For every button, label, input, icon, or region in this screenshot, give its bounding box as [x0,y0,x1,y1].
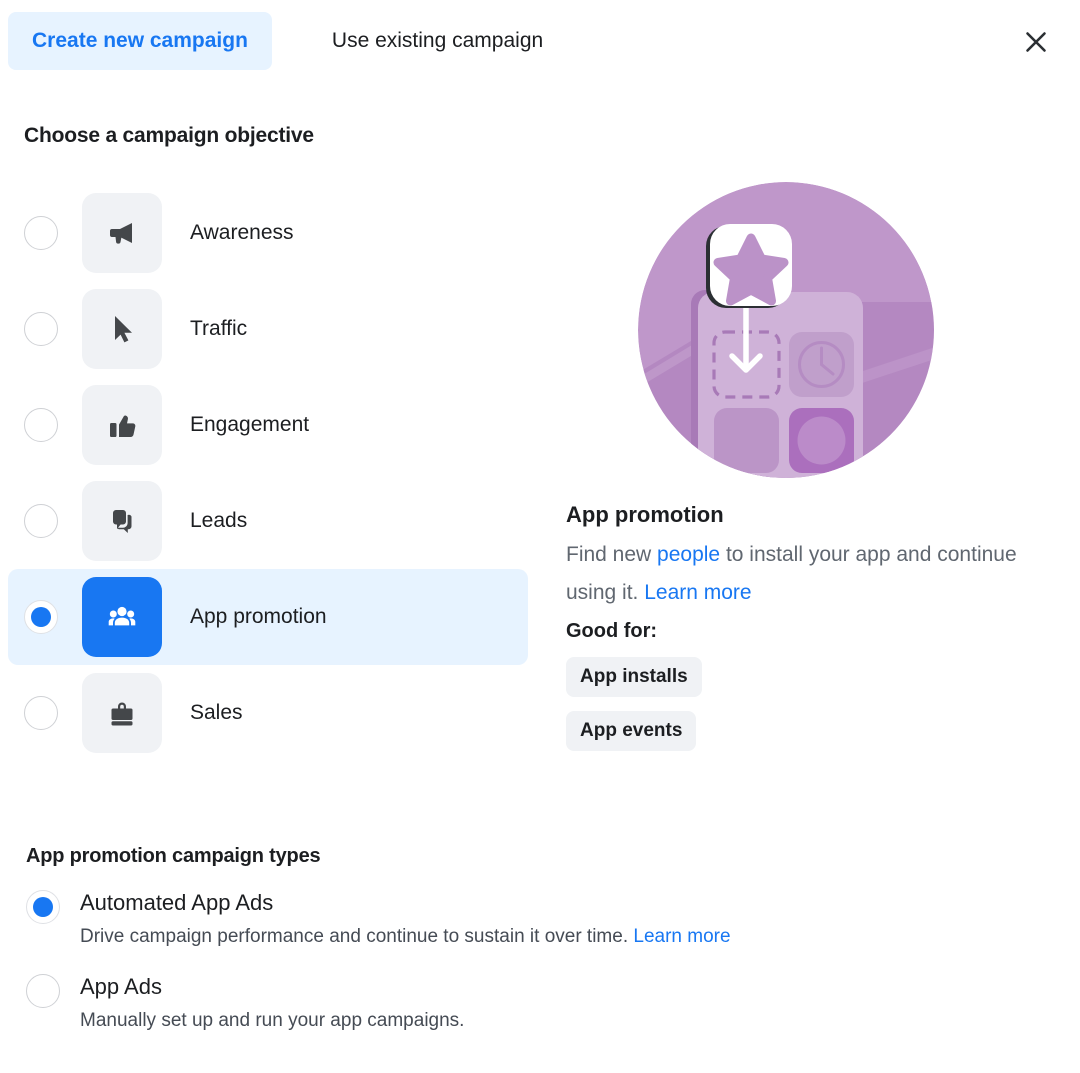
objective-row-app-promotion[interactable]: App promotion [8,569,528,665]
close-icon [1026,32,1046,52]
objective-row-leads[interactable]: Leads [8,473,528,569]
app-promotion-illustration-icon [638,182,934,478]
megaphone-icon [82,193,162,273]
automated-app-ads-learn-more-link[interactable]: Learn more [633,926,730,947]
briefcase-icon [82,673,162,753]
dialog-header: Create new campaign Use existing campaig… [0,0,1080,88]
radio-engagement[interactable] [24,408,58,442]
campaign-types-heading: App promotion campaign types [26,845,321,867]
campaign-type-automated-app-ads[interactable]: Automated App Ads Drive campaign perform… [26,888,926,950]
campaign-type-title: App Ads [80,974,162,999]
cursor-icon [82,289,162,369]
thumbs-up-icon [82,385,162,465]
people-group-icon [82,577,162,657]
campaign-types-list: Automated App Ads Drive campaign perform… [26,888,926,1056]
radio-traffic[interactable] [24,312,58,346]
objective-label: Traffic [190,317,248,340]
objective-label: Sales [190,701,243,724]
objective-detail-panel: App promotion Find new people to install… [566,180,1066,751]
campaign-type-description: Manually set up and run your app campaig… [80,1008,464,1034]
good-for-label: Good for: [566,620,658,642]
chip-app-installs: App installs [566,657,702,697]
objective-row-engagement[interactable]: Engagement [8,377,528,473]
people-link[interactable]: people [657,543,720,566]
objective-row-sales[interactable]: Sales [8,665,528,761]
tab-bar: Create new campaign Use existing campaig… [8,12,567,70]
radio-automated-app-ads[interactable] [26,890,60,924]
objective-label: App promotion [190,605,327,628]
objective-list: Awareness Traffic Engagement Leads App p… [8,185,528,761]
objective-label: Awareness [190,221,294,244]
campaign-type-description: Drive campaign performance and continue … [80,924,731,950]
close-button[interactable] [1014,20,1058,64]
detail-description: Find new people to install your app and … [566,536,1018,612]
objective-section-heading: Choose a campaign objective [24,124,314,147]
objective-label: Engagement [190,413,310,436]
detail-title: App promotion [566,502,724,527]
learn-more-link[interactable]: Learn more [644,581,751,604]
illustration-container [566,180,1006,480]
radio-awareness[interactable] [24,216,58,250]
chat-bubbles-icon [82,481,162,561]
objective-row-traffic[interactable]: Traffic [8,281,528,377]
chip-app-events: App events [566,711,697,751]
campaign-type-app-ads[interactable]: App Ads Manually set up and run your app… [26,972,926,1034]
good-for-chips: App installs [566,643,1066,697]
radio-leads[interactable] [24,504,58,538]
radio-sales[interactable] [24,696,58,730]
campaign-type-desc-text: Manually set up and run your app campaig… [80,1010,465,1031]
campaign-type-desc-text: Drive campaign performance and continue … [80,926,634,947]
tab-use-existing-campaign[interactable]: Use existing campaign [308,12,567,70]
detail-desc-part1: Find new [566,543,658,566]
objective-label: Leads [190,509,248,532]
objective-row-awareness[interactable]: Awareness [8,185,528,281]
campaign-type-title: Automated App Ads [80,890,274,915]
radio-app-ads[interactable] [26,974,60,1008]
tab-create-new-campaign[interactable]: Create new campaign [8,12,272,70]
radio-app-promotion[interactable] [24,600,58,634]
